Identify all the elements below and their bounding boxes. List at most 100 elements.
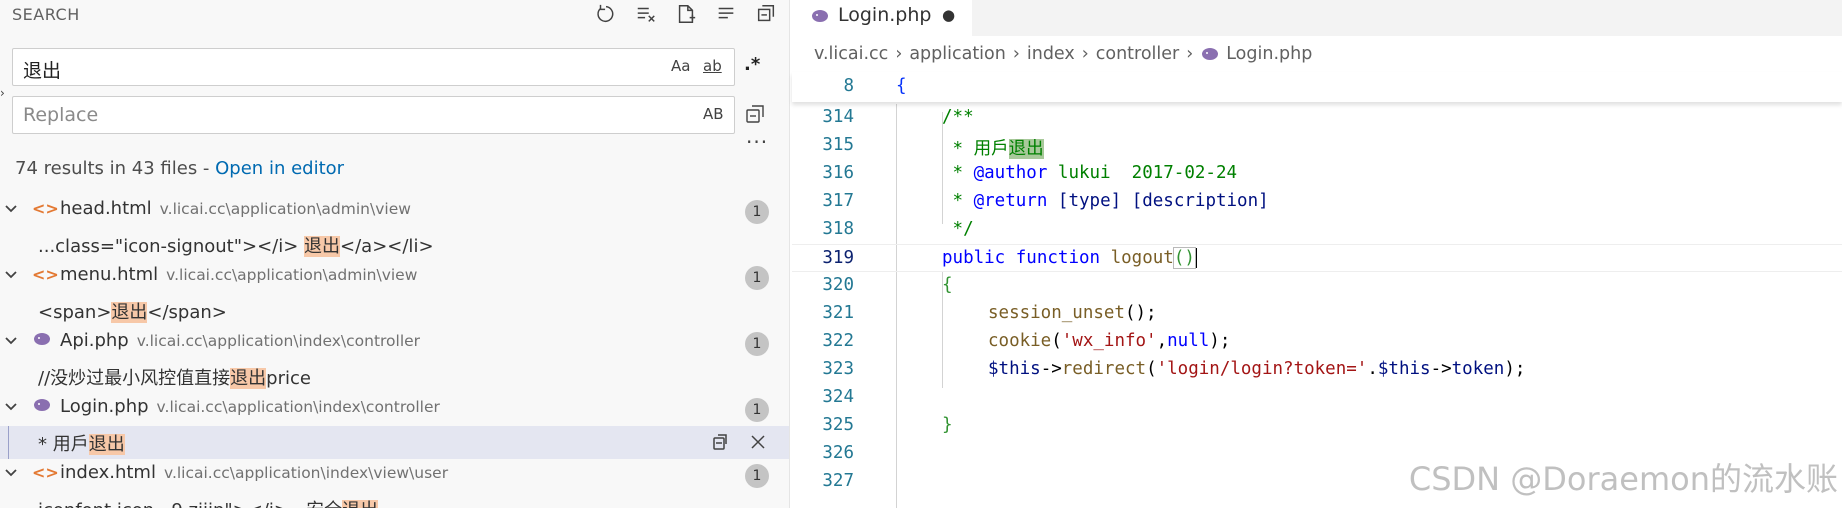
code-line: 315 * 用戶退出 [792,132,1842,160]
line-number: 316 [822,163,854,183]
result-match-row[interactable]: <span>退出</span> [0,294,789,327]
code-text: * 用戶退出 [942,139,1044,159]
search-sidebar: SEARCH › 退出 Aa ab .* Replace AB ··· 74 r… [0,0,790,508]
result-file-path: v.licai.cc\application\index\controller [156,398,440,416]
breadcrumb-separator-icon: › [1012,44,1020,64]
result-file-row[interactable]: <> index.html v.licai.cc\application\inde… [0,459,789,492]
chevron-down-icon[interactable] [4,465,18,479]
line-number: 8 [843,76,854,96]
code-area[interactable]: 314 /** 315 * 用戶退出 316 * @author lukui 20… [792,104,1842,508]
search-input-value: 退出 [23,60,62,82]
result-match-row[interactable]: //没炒过最小风控值直接退出price [0,360,789,393]
html-file-icon: <> [32,265,59,284]
result-count-badge: 1 [745,332,769,356]
php-elephant-icon [810,8,830,28]
collapse-all-icon[interactable] [753,1,779,27]
result-count-badge: 1 [745,398,769,422]
open-in-editor-link[interactable]: Open in editor [215,158,344,179]
match-highlight: 退出 [111,302,148,323]
chevron-down-icon[interactable] [4,201,18,215]
match-before: * 用戶 [38,434,89,455]
code-editor: Login.php ● v.licai.cc › application › ind… [792,0,1842,508]
code-line: 317 * @return [type] [description] [792,188,1842,216]
replace-placeholder: Replace [23,104,99,126]
php-elephant-icon [1202,48,1219,60]
breadcrumb-item[interactable]: Login.php [1226,44,1312,64]
line-number: 326 [822,443,854,463]
search-input[interactable]: 退出 Aa ab [12,48,735,86]
code-text: /** [942,107,974,127]
line-number: 321 [822,303,854,323]
result-file-name: head.html [60,198,152,219]
use-regex-toggle[interactable]: .* [744,54,760,75]
result-file-name: menu.html [60,264,159,285]
php-elephant-icon [32,397,52,417]
breadcrumb-separator-icon: › [1186,44,1194,64]
toggle-replace-icon[interactable]: › [0,86,5,100]
text-cursor [1194,248,1197,268]
html-file-icon: <> [32,199,59,218]
line-number: 325 [822,415,854,435]
match-before: <span> [38,302,112,323]
code-line: 314 /** [792,104,1842,132]
breadcrumb-separator-icon: › [895,44,903,64]
match-row-actions [710,432,768,456]
breadcrumb-separator-icon: › [1081,44,1089,64]
match-after: </a></li> [340,236,434,257]
code-text: $this->redirect('login/login?token='.$th… [988,359,1526,379]
result-file-row[interactable]: Login.php v.licai.cc\application\index\co… [0,393,789,426]
clear-results-icon[interactable] [633,1,659,27]
chevron-down-icon[interactable] [4,267,18,281]
result-match-row-selected[interactable]: * 用戶退出 [0,426,789,459]
sticky-scroll-line[interactable]: 8 { [792,72,1842,102]
replace-all-icon[interactable] [744,102,768,130]
breadcrumb-item[interactable]: application [909,44,1006,64]
replace-input[interactable]: Replace AB [12,96,735,134]
line-number: 322 [822,331,854,351]
new-search-editor-icon[interactable] [673,1,699,27]
breadcrumb: v.licai.cc › application › index › controll… [814,44,1312,64]
match-highlight: 退出 [304,236,341,257]
dismiss-close-icon[interactable] [748,432,768,456]
panel-title: SEARCH [12,5,80,24]
match-case-toggle[interactable]: Aa [671,57,690,75]
match-highlight: 退出 [342,500,379,508]
match-before: //没炒过最小风控值直接 [38,368,231,389]
unsaved-dot-icon[interactable]: ● [942,6,955,24]
match-whole-word-toggle[interactable]: ab [703,57,722,75]
result-file-name: Login.php [60,396,149,417]
result-file-path: v.licai.cc\application\index\controller [136,332,421,350]
replace-icon[interactable] [710,432,730,456]
preserve-case-toggle[interactable]: AB [703,105,724,123]
breadcrumb-item[interactable]: v.licai.cc [814,44,888,64]
code-text: cookie('wx_info',null); [988,331,1231,351]
result-file-row[interactable]: <> menu.html v.licai.cc\application\admin… [0,261,789,294]
line-number: 318 [822,219,854,239]
editor-tab-bar: Login.php ● [792,0,1842,36]
result-file-row[interactable]: Api.php v.licai.cc\application\index\cont… [0,327,789,360]
code-line: 321 session_unset(); [792,300,1842,328]
chevron-down-icon[interactable] [4,333,18,347]
code-line: 322 cookie('wx_info',null); [792,328,1842,356]
more-options-icon[interactable]: ··· [746,130,768,154]
code-text: session_unset(); [988,303,1157,323]
result-count-badge: 1 [745,200,769,224]
view-as-list-icon[interactable] [713,1,739,27]
breadcrumb-item[interactable]: index [1027,44,1075,64]
result-file-row[interactable]: <> head.html v.licai.cc\application\admin… [0,195,789,228]
refresh-icon[interactable] [593,1,619,27]
results-count-text: 74 results in 43 files - [15,158,216,179]
match-highlight: 退出 [230,368,267,389]
line-number: 314 [822,107,854,127]
code-text: public function logout() [942,247,1197,269]
results-summary: 74 results in 43 files - Open in editor [15,158,344,179]
line-number: 327 [822,471,854,491]
result-match-row[interactable]: ...class="icon-signout"></i> 退出</a></li> [0,228,789,261]
match-highlight: 退出 [88,434,125,455]
result-match-row[interactable]: iconfont icon...9 ziiin"></i>...安全退出 [0,492,789,508]
tab-login-php[interactable]: Login.php ● [792,0,972,36]
result-file-name: index.html [60,462,156,483]
line-number: 319 [822,248,854,268]
breadcrumb-item[interactable]: controller [1096,44,1179,64]
chevron-down-icon[interactable] [4,399,18,413]
